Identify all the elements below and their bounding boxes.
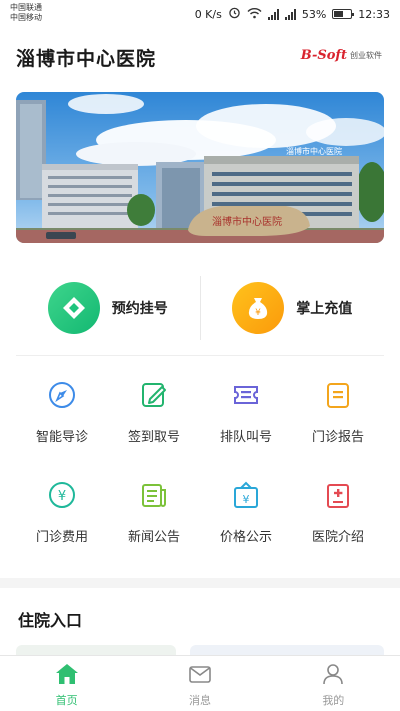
wifi-icon — [247, 7, 262, 22]
clock: 12:33 — [358, 7, 390, 21]
brand-logo-mark: B-Soft — [300, 48, 347, 63]
service-label: 排队叫号 — [219, 430, 272, 445]
service-label: 门诊报告 — [311, 430, 364, 445]
service-queue[interactable]: 排队叫号 — [200, 372, 292, 472]
tab-label: 我的 — [322, 694, 345, 707]
section-separator — [16, 355, 384, 356]
user-icon — [321, 663, 345, 689]
alarm-icon — [228, 6, 241, 22]
status-bar: 中国联通 中国移动 0 K/s 53% 12:33 — [0, 0, 400, 30]
money-bag-icon: ¥ — [232, 282, 285, 334]
report-icon — [323, 380, 353, 410]
inpatient-section-title: 住院入口 — [18, 611, 83, 630]
service-grid: 智能导诊 签到取号 排队叫号 门诊报告 ¥ 门诊费用 新闻公告 ¥ 价格公示 医… — [0, 372, 400, 572]
svg-text:¥: ¥ — [243, 493, 250, 506]
carrier-info: 中国联通 中国移动 — [10, 3, 42, 23]
svg-text:¥: ¥ — [58, 489, 66, 504]
service-prices[interactable]: ¥ 价格公示 — [200, 472, 292, 572]
hospital-photo: 淄博市中心医院 淄博市中心医院 — [16, 92, 384, 243]
tab-label: 首页 — [55, 694, 78, 707]
service-label: 智能导诊 — [35, 430, 88, 445]
stone-sign: 淄博市中心医院 — [212, 215, 282, 228]
diamond-icon — [47, 282, 100, 334]
service-report[interactable]: 门诊报告 — [292, 372, 384, 472]
page-title: 淄博市中心医院 — [16, 48, 157, 70]
appointment-label: 预约挂号 — [111, 301, 168, 317]
service-label: 新闻公告 — [127, 530, 180, 545]
building-sign: 淄博市中心医院 — [286, 146, 342, 156]
signal-icon-2 — [284, 8, 296, 20]
carrier-2: 中国移动 — [10, 13, 42, 22]
fee-icon: ¥ — [47, 480, 77, 510]
tab-messages[interactable]: 消息 — [133, 656, 266, 711]
brand-logo: B-Soft 创业软件 — [301, 48, 382, 63]
section-gap — [0, 578, 400, 588]
network-speed: 0 K/s — [194, 7, 222, 21]
hospital-banner[interactable]: 淄博市中心医院 淄博市中心医院 — [16, 92, 384, 243]
service-label: 价格公示 — [219, 530, 272, 545]
recharge-label: 掌上充值 — [296, 301, 353, 317]
battery-percent: 53% — [301, 7, 327, 21]
tab-home[interactable]: 首页 — [0, 656, 133, 711]
brand-name: 创业软件 — [350, 51, 382, 60]
service-check-in[interactable]: 签到取号 — [108, 372, 200, 472]
compass-icon — [47, 380, 77, 410]
tab-label: 消息 — [188, 694, 211, 707]
price-icon: ¥ — [231, 480, 261, 510]
home-icon — [55, 663, 79, 689]
edit-icon — [139, 380, 169, 410]
signal-icon-1 — [267, 8, 279, 20]
tab-profile[interactable]: 我的 — [267, 656, 400, 711]
service-label: 门诊费用 — [35, 530, 88, 545]
hospital-icon — [323, 480, 353, 510]
bottom-tab-bar: 首页 消息 我的 — [0, 655, 400, 711]
mail-icon — [188, 663, 212, 689]
service-fees[interactable]: ¥ 门诊费用 — [16, 472, 108, 572]
carrier-1: 中国联通 — [10, 3, 42, 12]
status-indicators: 0 K/s 53% 12:33 — [195, 6, 390, 22]
ticket-icon — [231, 380, 261, 410]
recharge-button[interactable]: ¥ 掌上充值 — [201, 268, 385, 348]
service-label: 签到取号 — [127, 430, 180, 445]
appointment-button[interactable]: 预约挂号 — [16, 268, 200, 348]
news-icon — [139, 480, 169, 510]
service-hospital-intro[interactable]: 医院介绍 — [292, 472, 384, 572]
battery-icon — [332, 9, 355, 19]
primary-actions: 预约挂号 ¥ 掌上充值 — [16, 268, 384, 348]
app-header: 淄博市中心医院 B-Soft 创业软件 — [0, 30, 400, 82]
service-smart-guide[interactable]: 智能导诊 — [16, 372, 108, 472]
service-label: 医院介绍 — [311, 530, 364, 545]
service-news[interactable]: 新闻公告 — [108, 472, 200, 572]
svg-text:¥: ¥ — [255, 308, 261, 318]
